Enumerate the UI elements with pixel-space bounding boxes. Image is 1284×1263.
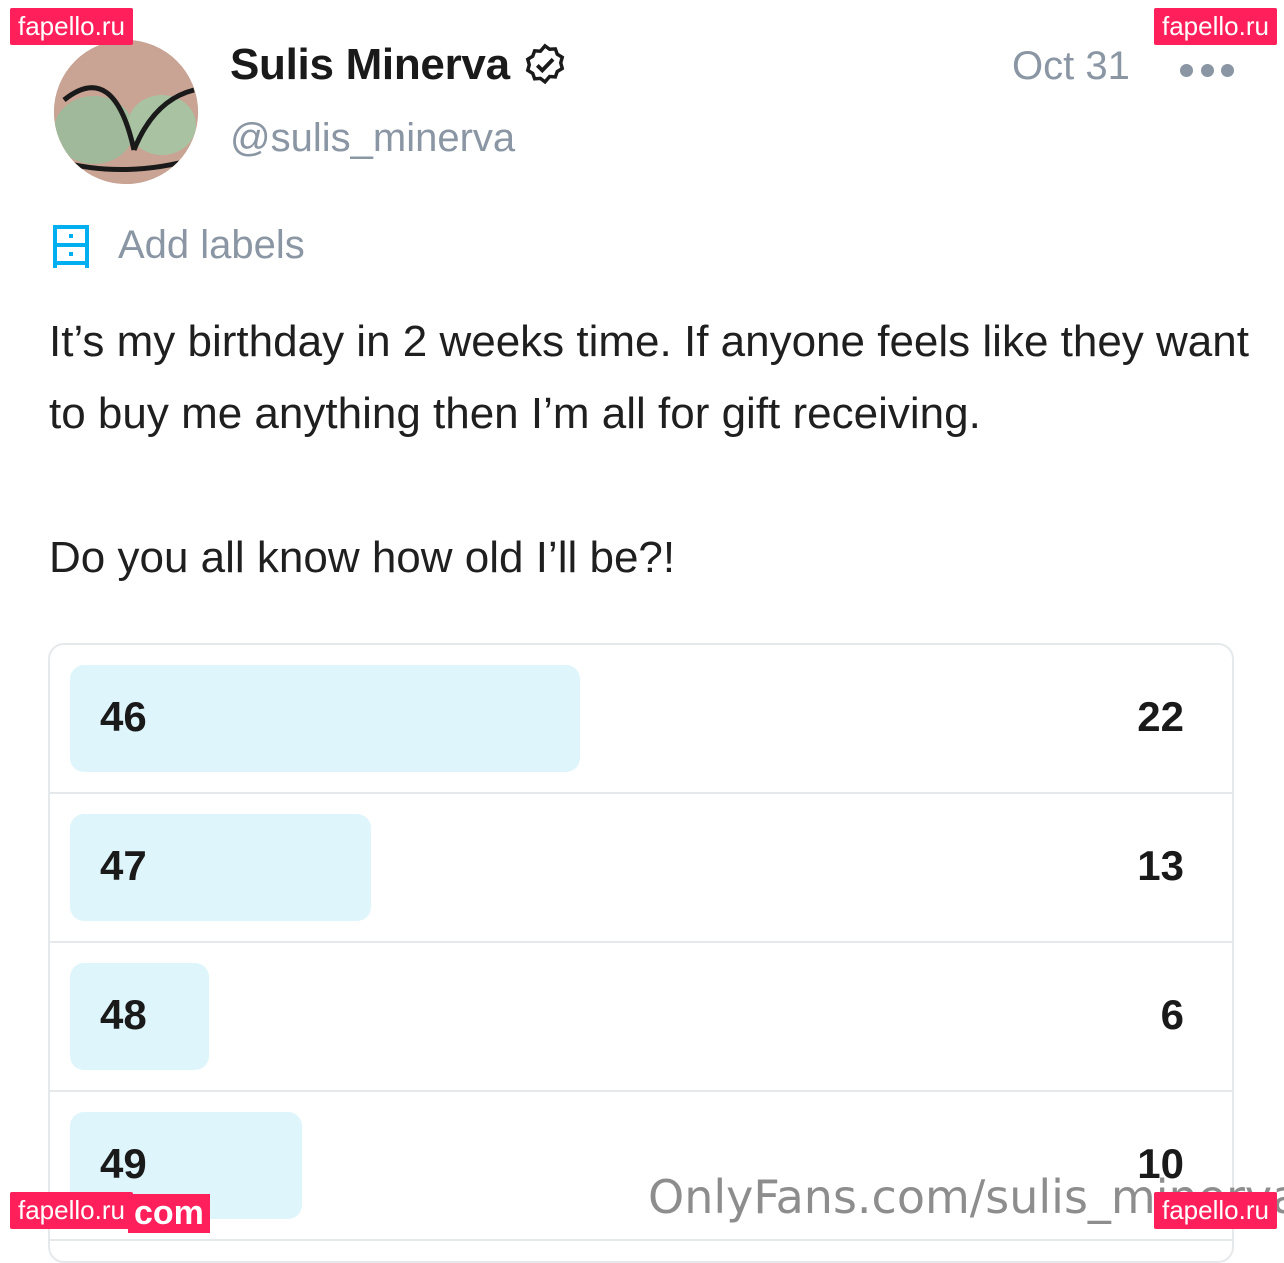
- poll-option-count: 13: [1137, 842, 1184, 889]
- author-handle[interactable]: @sulis_minerva: [230, 116, 515, 161]
- poll-option-label: 48: [100, 991, 147, 1038]
- com-watermark: com: [128, 1194, 210, 1233]
- post-question: Do you all know how old I’ll be?!: [49, 533, 676, 582]
- poll-option-count: 22: [1137, 693, 1184, 740]
- site-watermark: fapello.ru: [10, 8, 133, 45]
- site-watermark: fapello.ru: [10, 1192, 133, 1229]
- add-labels-label: Add labels: [118, 222, 305, 267]
- poll-option-count: 6: [1160, 991, 1184, 1038]
- poll-option-label: 46: [100, 693, 147, 740]
- site-watermark: fapello.ru: [1154, 8, 1277, 45]
- author-name[interactable]: Sulis Minerva: [230, 40, 510, 90]
- author-row: Sulis Minerva: [230, 40, 568, 90]
- post-date: Oct 31: [1012, 44, 1130, 88]
- labels-icon: [53, 225, 89, 268]
- post-body: It’s my birthday in 2 weeks time. If any…: [49, 317, 1249, 438]
- site-watermark: fapello.ru: [1154, 1192, 1277, 1229]
- avatar[interactable]: [54, 40, 198, 184]
- poll-option[interactable]: 48 6: [50, 943, 1232, 1092]
- verified-badge-icon: [525, 43, 565, 85]
- more-options-icon[interactable]: [1180, 60, 1234, 80]
- poll-option-label: 49: [100, 1140, 147, 1187]
- poll-option-label: 47: [100, 842, 147, 889]
- poll-option[interactable]: 46 22: [50, 645, 1232, 794]
- post-text: It’s my birthday in 2 weeks time. If any…: [49, 306, 1259, 594]
- add-labels-button[interactable]: Add labels: [52, 222, 305, 268]
- poll-option[interactable]: 47 13: [50, 794, 1232, 943]
